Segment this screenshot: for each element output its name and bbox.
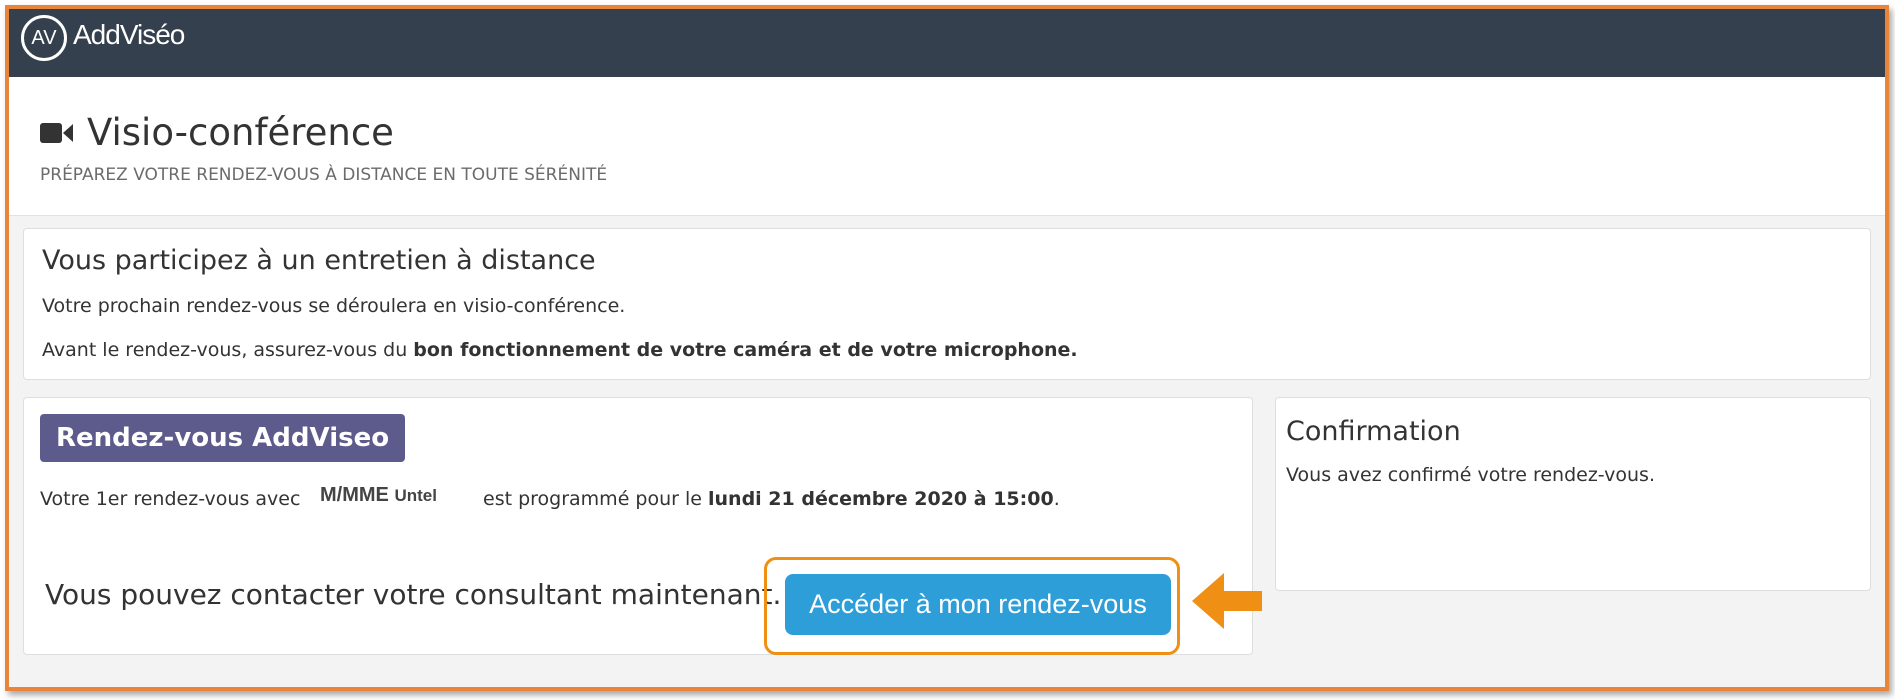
confirmation-heading: Confirmation [1286, 416, 1461, 447]
intro-heading: Vous participez à un entretien à distanc… [42, 245, 596, 276]
appointment-schedule: est programmé pour le lundi 21 décembre … [483, 488, 1060, 510]
appointment-middle: est programmé pour le [483, 488, 709, 510]
consultant-name: M/MME Untel [320, 484, 437, 507]
confirmation-panel: Confirmation Vous avez confirmé votre re… [1275, 397, 1871, 591]
button-highlight: Accéder à mon rendez-vous [764, 557, 1180, 655]
appointment-badge: Rendez-vous AddViseo [40, 414, 406, 462]
page-subtitle: PRÉPAREZ VOTRE RENDEZ-VOUS À DISTANCE EN… [40, 165, 608, 185]
page-header: Visio-conférence PRÉPAREZ VOTRE RENDEZ-V… [9, 77, 1885, 216]
person-name: Untel [394, 486, 437, 505]
logo-mark[interactable]: AV [21, 15, 67, 61]
appointment-prefix: Votre 1er rendez-vous avec [40, 488, 301, 510]
logo-text[interactable]: AddViséo [73, 19, 185, 51]
appointment-suffix: . [1053, 488, 1060, 510]
intro-line-2: Avant le rendez-vous, assurez-vous du bo… [42, 339, 1078, 361]
access-appointment-button[interactable]: Accéder à mon rendez-vous [785, 574, 1171, 635]
confirmation-text: Vous avez confirmé votre rendez-vous. [1286, 464, 1655, 486]
arrow-left-icon [1192, 573, 1262, 629]
intro-line-2-bold: bon fonctionnement de votre caméra et de… [413, 339, 1078, 361]
page-title: Visio-conférence [87, 111, 394, 154]
intro-line-1: Votre prochain rendez-vous se déroulera … [42, 295, 626, 317]
video-camera-icon [40, 123, 73, 143]
appointment-panel: Rendez-vous AddViseo Votre 1er rendez-vo… [23, 397, 1253, 655]
intro-panel: Vous participez à un entretien à distanc… [23, 228, 1871, 380]
appointment-details: Votre 1er rendez-vous avec M/MME Untel e… [40, 484, 1060, 510]
appointment-date: lundi 21 décembre 2020 à 15:00 [708, 488, 1054, 510]
intro-line-2-prefix: Avant le rendez-vous, assurez-vous du [42, 339, 414, 361]
top-navbar: AV AddViséo [9, 9, 1885, 77]
contact-text: Vous pouvez contacter votre consultant m… [45, 578, 782, 611]
person-title: M/MME [320, 484, 389, 506]
screenshot-frame: AV AddViséo Visio-conférence PRÉPAREZ VO… [5, 5, 1889, 691]
